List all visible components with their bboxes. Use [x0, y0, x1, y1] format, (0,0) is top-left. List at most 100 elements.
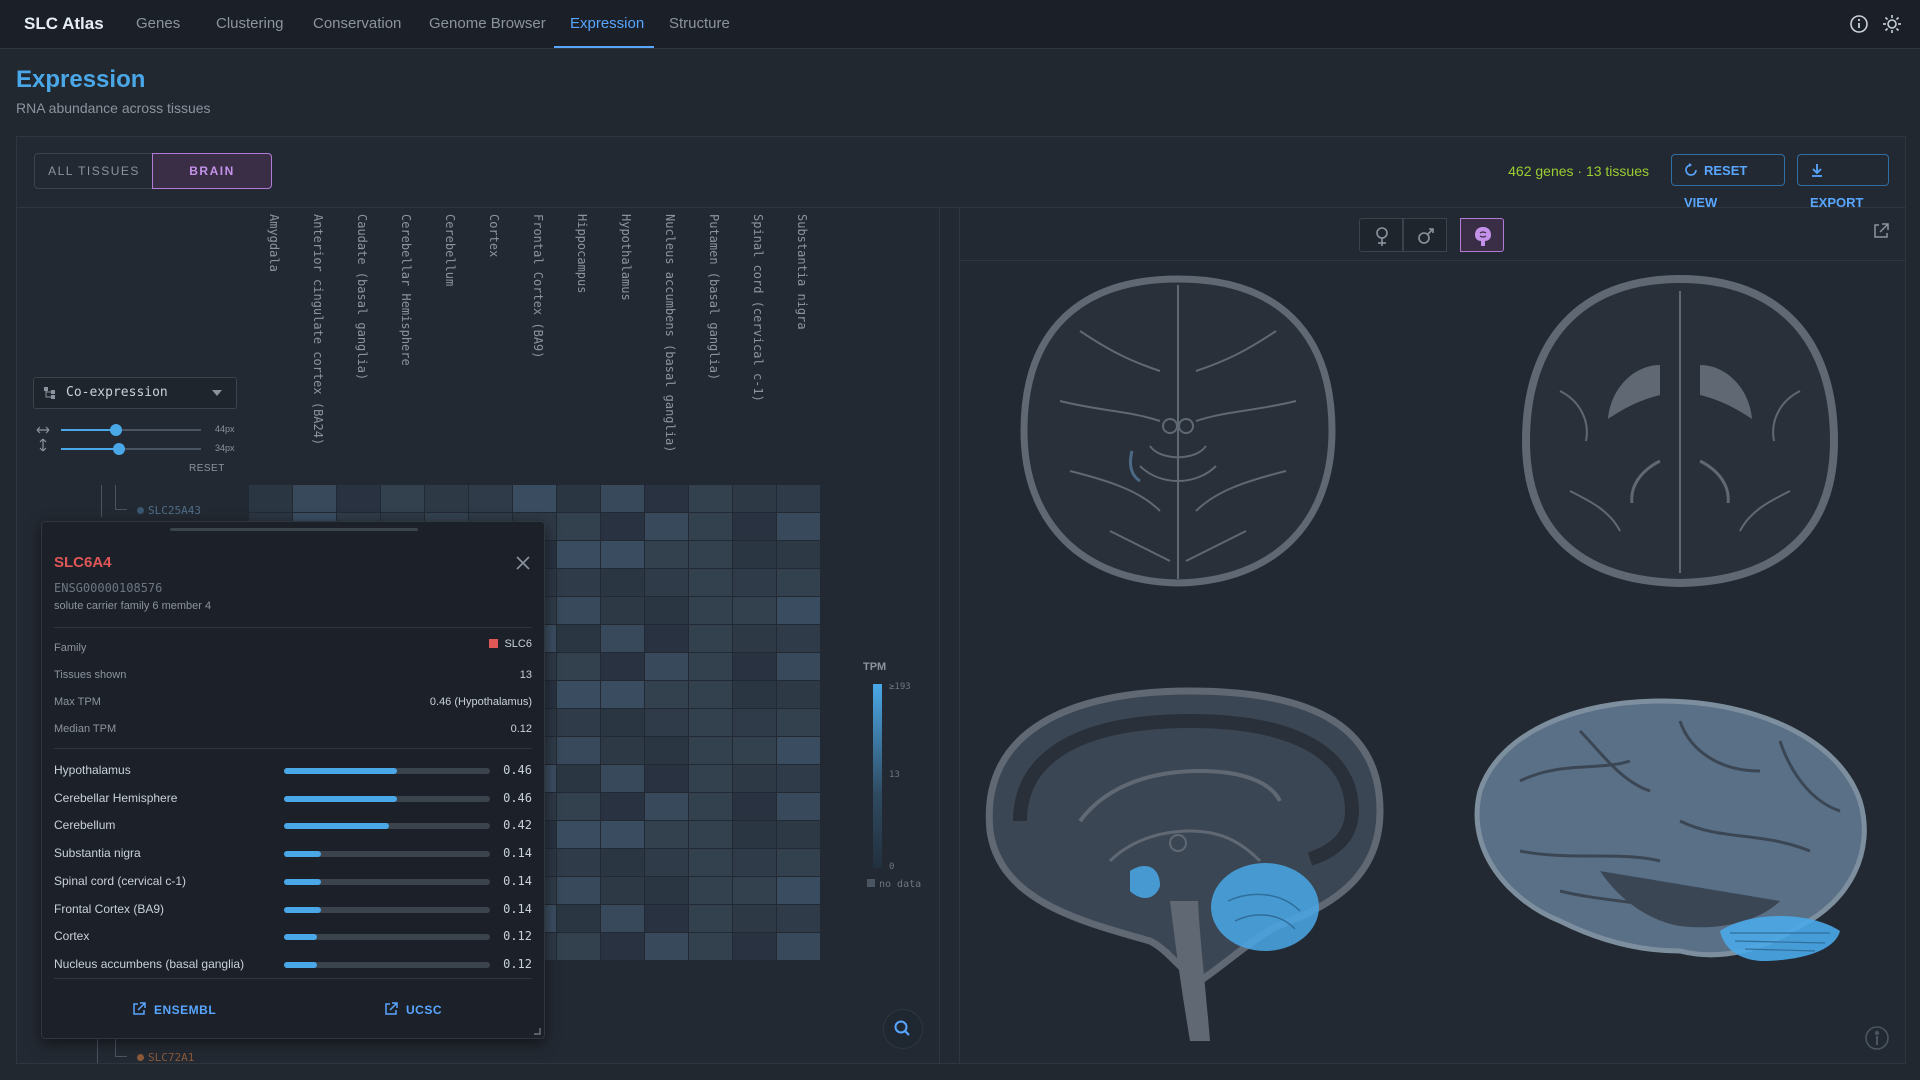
heatmap-cell[interactable] [689, 821, 732, 848]
lateral-brain-view[interactable] [1474, 698, 1867, 961]
heatmap-column-label[interactable]: Cerebellar Hemisphere [399, 214, 413, 366]
tab-genes[interactable]: Genes [136, 15, 180, 32]
heatmap-cell[interactable] [249, 485, 292, 512]
heatmap-cell[interactable] [689, 681, 732, 708]
orientation-icon[interactable] [1864, 1025, 1890, 1051]
ensembl-link[interactable]: ENSEMBL [132, 1002, 216, 1017]
heatmap-cell[interactable] [777, 849, 820, 876]
heatmap-cell[interactable] [733, 541, 776, 568]
heatmap-cell[interactable] [557, 737, 600, 764]
heatmap-cell[interactable] [733, 681, 776, 708]
heatmap-cell[interactable] [645, 933, 688, 960]
heatmap-cell[interactable] [733, 485, 776, 512]
heatmap-cell[interactable] [645, 849, 688, 876]
heatmap-cell[interactable] [425, 485, 468, 512]
heatmap-column-label[interactable]: Cortex [487, 214, 501, 257]
close-icon[interactable] [514, 554, 532, 572]
heatmap-cell[interactable] [557, 653, 600, 680]
heatmap-column-label[interactable]: Frontal Cortex (BA9) [531, 214, 545, 359]
heatmap-column-label[interactable]: Anterior cingulate cortex (BA24) [311, 214, 325, 445]
heatmap-cell[interactable] [601, 653, 644, 680]
heatmap-cell[interactable] [777, 653, 820, 680]
heatmap-cell[interactable] [601, 737, 644, 764]
heatmap-cell[interactable] [601, 821, 644, 848]
axial-brain-view[interactable] [1521, 274, 1839, 588]
heatmap-cell[interactable] [645, 793, 688, 820]
heatmap-cell[interactable] [557, 709, 600, 736]
heatmap-cell[interactable] [689, 513, 732, 540]
heatmap-cell[interactable] [645, 709, 688, 736]
view-male-button[interactable] [1403, 218, 1447, 252]
heatmap-cell[interactable] [777, 513, 820, 540]
heatmap-cell[interactable] [689, 485, 732, 512]
cell-width-slider-thumb[interactable] [110, 424, 122, 436]
segment-brain[interactable]: BRAIN [152, 153, 272, 189]
heatmap-cell[interactable] [777, 485, 820, 512]
popup-drag-handle[interactable] [170, 528, 418, 531]
segment-all-tissues[interactable]: ALL TISSUES [34, 153, 154, 189]
heatmap-cell[interactable] [601, 625, 644, 652]
heatmap-cell[interactable] [557, 765, 600, 792]
heatmap-cell[interactable] [777, 709, 820, 736]
heatmap-cell[interactable] [601, 793, 644, 820]
cell-height-slider-thumb[interactable] [113, 443, 125, 455]
view-female-button[interactable] [1359, 218, 1403, 252]
heatmap-cell[interactable] [645, 681, 688, 708]
heatmap-cell[interactable] [513, 485, 556, 512]
heatmap-cell[interactable] [645, 597, 688, 624]
heatmap-cell[interactable] [689, 905, 732, 932]
heatmap-cell[interactable] [777, 737, 820, 764]
heatmap-cell[interactable] [645, 737, 688, 764]
heatmap-cell[interactable] [733, 569, 776, 596]
heatmap-column-label[interactable]: Nucleus accumbens (basal ganglia) [663, 214, 677, 452]
heatmap-column-label[interactable]: Substantia nigra [795, 214, 809, 330]
heatmap-cell[interactable] [645, 821, 688, 848]
heatmap-cell[interactable] [689, 765, 732, 792]
heatmap-cell[interactable] [777, 905, 820, 932]
heatmap-cell[interactable] [293, 485, 336, 512]
heatmap-cell[interactable] [689, 933, 732, 960]
gene-label[interactable]: SLC25A43 [137, 504, 201, 517]
heatmap-cell[interactable] [689, 709, 732, 736]
heatmap-cell[interactable] [381, 485, 424, 512]
heatmap-cell[interactable] [733, 793, 776, 820]
heatmap-cell[interactable] [601, 933, 644, 960]
heatmap-cell[interactable] [601, 849, 644, 876]
info-icon[interactable] [1848, 13, 1870, 35]
heatmap-cell[interactable] [645, 877, 688, 904]
heatmap-cell[interactable] [777, 821, 820, 848]
heatmap-cell[interactable] [689, 569, 732, 596]
tab-conservation[interactable]: Conservation [313, 15, 401, 32]
heatmap-cell[interactable] [557, 933, 600, 960]
heatmap-cell[interactable] [601, 877, 644, 904]
heatmap-cell[interactable] [689, 877, 732, 904]
heatmap-cell[interactable] [557, 485, 600, 512]
heatmap-cell[interactable] [557, 681, 600, 708]
view-brain-button[interactable] [1460, 218, 1504, 252]
tab-clustering[interactable]: Clustering [216, 15, 284, 32]
heatmap-cell[interactable] [337, 485, 380, 512]
heatmap-cell[interactable] [689, 653, 732, 680]
heatmap-cell[interactable] [733, 877, 776, 904]
heatmap-cell[interactable] [601, 765, 644, 792]
resize-handle-icon[interactable] [533, 1027, 541, 1035]
heatmap-cell[interactable] [557, 541, 600, 568]
heatmap-cell[interactable] [733, 765, 776, 792]
heatmap-cell[interactable] [733, 849, 776, 876]
heatmap-cell[interactable] [557, 905, 600, 932]
ucsc-link[interactable]: UCSC [384, 1002, 442, 1017]
heatmap-cell[interactable] [777, 933, 820, 960]
heatmap-cell[interactable] [733, 513, 776, 540]
heatmap-cell[interactable] [557, 821, 600, 848]
heatmap-cell[interactable] [777, 877, 820, 904]
heatmap-cell[interactable] [733, 709, 776, 736]
tab-genome-browser[interactable]: Genome Browser [429, 15, 546, 32]
heatmap-cell[interactable] [645, 765, 688, 792]
heatmap-cell[interactable] [557, 877, 600, 904]
heatmap-cell[interactable] [733, 821, 776, 848]
heatmap-column-label[interactable]: Amygdala [267, 214, 281, 272]
heatmap-cell[interactable] [777, 541, 820, 568]
heatmap-cell[interactable] [733, 653, 776, 680]
export-button[interactable]: EXPORT [1797, 154, 1889, 210]
heatmap-cell[interactable] [469, 485, 512, 512]
